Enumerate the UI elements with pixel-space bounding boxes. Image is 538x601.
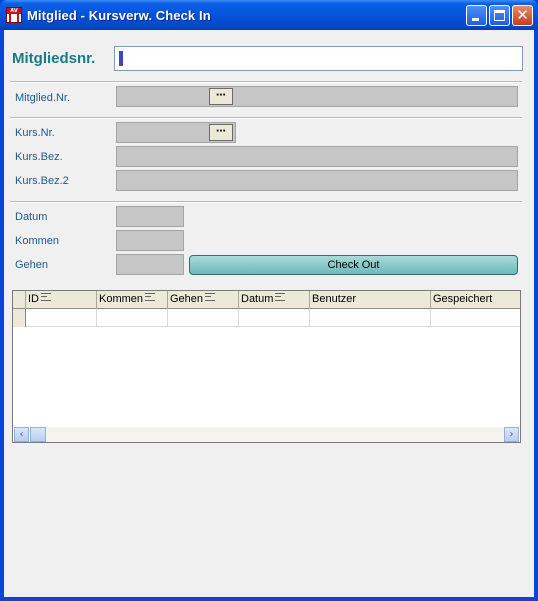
course-no-label: Kurs.Nr. bbox=[15, 127, 55, 139]
minimize-icon bbox=[472, 18, 479, 21]
horizontal-scrollbar[interactable]: ‹ › bbox=[14, 427, 519, 442]
leave-field[interactable] bbox=[116, 254, 184, 275]
member-search-input[interactable] bbox=[114, 46, 523, 71]
sort-icon bbox=[145, 293, 156, 301]
grid-header: ID Kommen Gehen Datum Benutzer Gespeiche… bbox=[13, 291, 520, 309]
minimize-button[interactable] bbox=[466, 5, 487, 26]
table-cell[interactable] bbox=[431, 309, 520, 326]
window-client-area: Mitgliedsnr. Mitglied.Nr. ⋯ Kurs.Nr. ⋯ K… bbox=[4, 30, 534, 597]
close-icon: ✕ bbox=[516, 6, 529, 24]
column-header-datum[interactable]: Datum bbox=[239, 291, 310, 309]
close-button[interactable]: ✕ bbox=[512, 5, 533, 26]
table-cell[interactable] bbox=[310, 309, 431, 326]
arrive-field[interactable] bbox=[116, 230, 184, 251]
course-desc2-label: Kurs.Bez.2 bbox=[15, 175, 69, 187]
arrive-label: Kommen bbox=[15, 235, 60, 247]
scroll-right-button[interactable]: › bbox=[504, 427, 519, 442]
scroll-left-button[interactable]: ‹ bbox=[14, 427, 29, 442]
sort-icon bbox=[41, 293, 51, 301]
date-field[interactable] bbox=[116, 206, 184, 227]
maximize-button[interactable] bbox=[489, 5, 510, 26]
ellipsis-picker-icon: ⋯ bbox=[216, 90, 226, 101]
member-no-label: Mitglied.Nr. bbox=[15, 92, 71, 104]
column-header-gehen[interactable]: Gehen bbox=[168, 291, 239, 309]
sort-icon bbox=[205, 293, 216, 301]
course-picker-button[interactable]: ⋯ bbox=[209, 124, 233, 141]
column-header-benutzer[interactable]: Benutzer bbox=[310, 291, 431, 309]
table-row[interactable] bbox=[13, 309, 520, 327]
course-desc-field[interactable] bbox=[116, 146, 518, 167]
table-cell[interactable] bbox=[26, 309, 97, 326]
row-selector[interactable] bbox=[13, 309, 26, 327]
table-cell[interactable] bbox=[239, 309, 310, 326]
row-selector-header bbox=[13, 291, 26, 309]
column-header-gespeichert[interactable]: Gespeichert bbox=[431, 291, 520, 309]
table-cell[interactable] bbox=[97, 309, 168, 326]
member-no-field[interactable]: ⋯ bbox=[116, 86, 518, 107]
divider-highlight bbox=[10, 202, 522, 203]
column-header-kommen[interactable]: Kommen bbox=[97, 291, 168, 309]
table-cell[interactable] bbox=[168, 309, 239, 326]
checkout-button[interactable]: Check Out bbox=[189, 255, 518, 275]
divider-highlight bbox=[10, 82, 522, 83]
text-caret bbox=[119, 51, 123, 66]
course-no-field[interactable]: ⋯ bbox=[116, 122, 236, 143]
sort-icon bbox=[275, 293, 286, 301]
scroll-thumb[interactable] bbox=[30, 427, 46, 442]
member-search-label: Mitgliedsnr. bbox=[12, 50, 96, 67]
title-bar[interactable]: AV Mitglied - Kursverw. Check In ✕ bbox=[0, 0, 538, 30]
leave-label: Gehen bbox=[15, 259, 49, 271]
window-title: Mitglied - Kursverw. Check In bbox=[27, 8, 211, 23]
chevron-left-icon: ‹ bbox=[19, 429, 24, 440]
column-header-id[interactable]: ID bbox=[26, 291, 97, 309]
maximize-icon bbox=[494, 10, 505, 21]
window-bottom-border bbox=[0, 597, 538, 601]
chevron-right-icon: › bbox=[509, 429, 514, 440]
member-picker-button[interactable]: ⋯ bbox=[209, 88, 233, 105]
checkin-grid[interactable]: ID Kommen Gehen Datum Benutzer Gespeiche… bbox=[12, 290, 521, 443]
date-label: Datum bbox=[15, 211, 48, 223]
course-desc2-field[interactable] bbox=[116, 170, 518, 191]
ellipsis-picker-icon: ⋯ bbox=[216, 126, 226, 137]
window-frame: AV Mitglied - Kursverw. Check In ✕ Mitgl… bbox=[0, 0, 538, 601]
course-desc-label: Kurs.Bez. bbox=[15, 151, 63, 163]
app-logo-icon: AV bbox=[6, 7, 22, 23]
divider-highlight bbox=[10, 118, 522, 119]
